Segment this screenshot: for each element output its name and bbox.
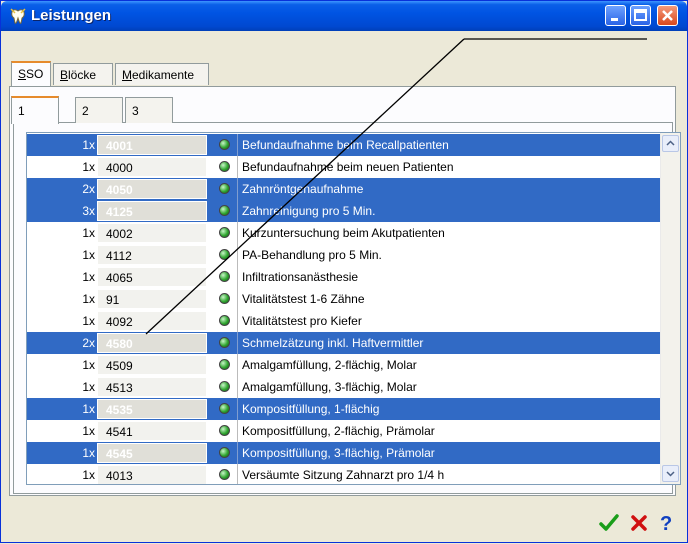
annotation-pointer-line xyxy=(145,38,647,335)
leistungen-window: Leistungen SSO Blöcke Medikamente 1 2 3 … xyxy=(0,0,688,543)
